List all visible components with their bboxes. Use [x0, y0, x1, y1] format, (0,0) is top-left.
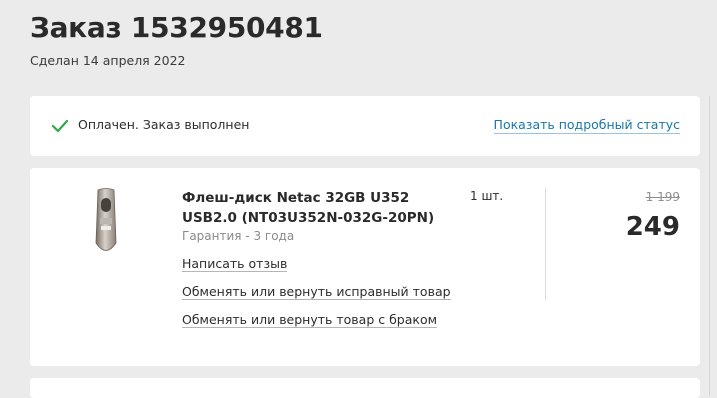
status-text: Оплачен. Заказ выполнен [78, 117, 250, 132]
next-card [30, 378, 700, 398]
check-icon [51, 119, 69, 133]
product-name[interactable]: Флеш-диск Netac 32GB U352 USB2.0 (NT03U3… [182, 188, 452, 228]
write-review-link[interactable]: Написать отзыв [182, 256, 288, 272]
warranty-info: Гарантия - 3 года [182, 229, 295, 243]
order-status-card: Оплачен. Заказ выполнен Показать подробн… [30, 96, 700, 156]
order-title: Заказ 1532950481 [30, 11, 323, 44]
return-defective-item-link[interactable]: Обменять или вернуть товар с браком [182, 312, 438, 328]
show-detailed-status-link[interactable]: Показать подробный статус [493, 117, 680, 134]
price-divider [545, 188, 546, 300]
product-image[interactable] [92, 188, 120, 256]
item-quantity: 1 шт. [470, 189, 504, 203]
old-price: 1 199 [645, 190, 680, 204]
order-item-card: Флеш-диск Netac 32GB U352 USB2.0 (NT03U3… [30, 168, 700, 366]
item-price: 249 [625, 212, 680, 242]
right-panel-edge [709, 96, 717, 396]
return-working-item-link[interactable]: Обменять или вернуть исправный товар [182, 284, 451, 300]
order-date: Сделан 14 апреля 2022 [30, 53, 186, 68]
